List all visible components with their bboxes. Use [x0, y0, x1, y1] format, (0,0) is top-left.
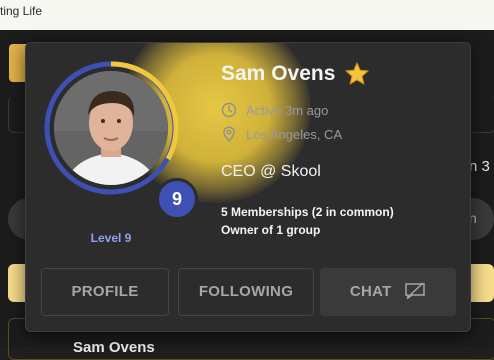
profile-name[interactable]: Sam Ovens [221, 62, 335, 86]
membership-stats: 5 Memberships (2 in common) Owner of 1 g… [221, 203, 394, 239]
clock-icon [221, 102, 237, 118]
location-pin-icon [223, 126, 235, 142]
profile-hover-card: 9 Level 9 Sam Ovens Active 3m ago Los An… [25, 42, 471, 332]
background-side-text: n 3 [469, 158, 490, 175]
role-title: CEO @ Skool [221, 163, 321, 180]
window-title: ting Life [0, 4, 43, 18]
star-icon [344, 61, 370, 85]
active-status: Active 3m ago [246, 103, 329, 118]
following-button[interactable]: FOLLOWING [178, 268, 314, 316]
profile-button[interactable]: PROFILE [41, 268, 169, 316]
memberships-text: 5 Memberships (2 in common) [221, 205, 394, 219]
avatar[interactable] [54, 71, 168, 185]
avatar-photo [54, 71, 168, 185]
owner-text: Owner of 1 group [221, 223, 321, 237]
chat-button-label: CHAT [349, 283, 392, 300]
level-badge: 9 [156, 178, 198, 220]
browser-tab-bar: ting Life [0, 0, 494, 31]
chat-disabled-icon [405, 282, 425, 300]
background-post-author: Sam Ovens [73, 339, 155, 356]
avatar-container[interactable]: 9 [42, 59, 198, 220]
location-text: Los Angeles, CA [246, 127, 343, 142]
level-label: Level 9 [90, 231, 132, 245]
chat-button[interactable]: CHAT [320, 268, 456, 316]
